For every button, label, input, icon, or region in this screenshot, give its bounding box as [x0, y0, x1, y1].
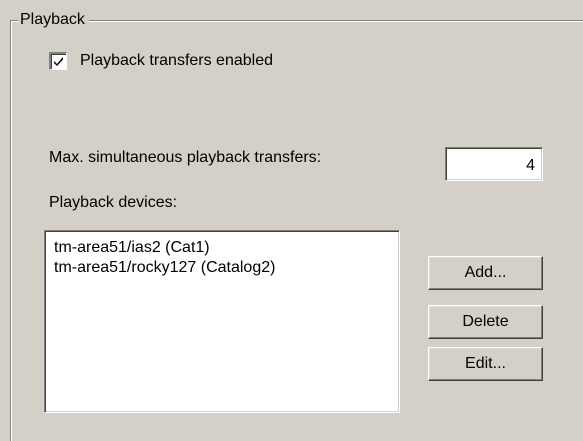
edit-button[interactable]: Edit... — [428, 347, 543, 381]
checkmark-icon — [54, 57, 63, 66]
max-transfers-input[interactable]: 4 — [445, 147, 543, 181]
max-transfers-label: Max. simultaneous playback transfers: — [49, 149, 322, 166]
list-item[interactable]: tm-area51/ias2 (Cat1) — [54, 238, 399, 258]
playback-devices-label: Playback devices: — [49, 194, 178, 211]
playback-enabled-label: Playback transfers enabled — [80, 52, 273, 69]
list-item[interactable]: tm-area51/rocky127 (Catalog2) — [54, 258, 399, 278]
delete-button[interactable]: Delete — [428, 305, 543, 339]
playback-devices-list[interactable]: tm-area51/ias2 (Cat1) tm-area51/rocky127… — [44, 230, 400, 413]
playback-enabled-checkbox[interactable] — [49, 52, 67, 70]
playback-enabled-checkbox-row[interactable]: Playback transfers enabled — [49, 51, 273, 71]
group-title: Playback — [18, 9, 89, 31]
add-button[interactable]: Add... — [428, 256, 543, 290]
